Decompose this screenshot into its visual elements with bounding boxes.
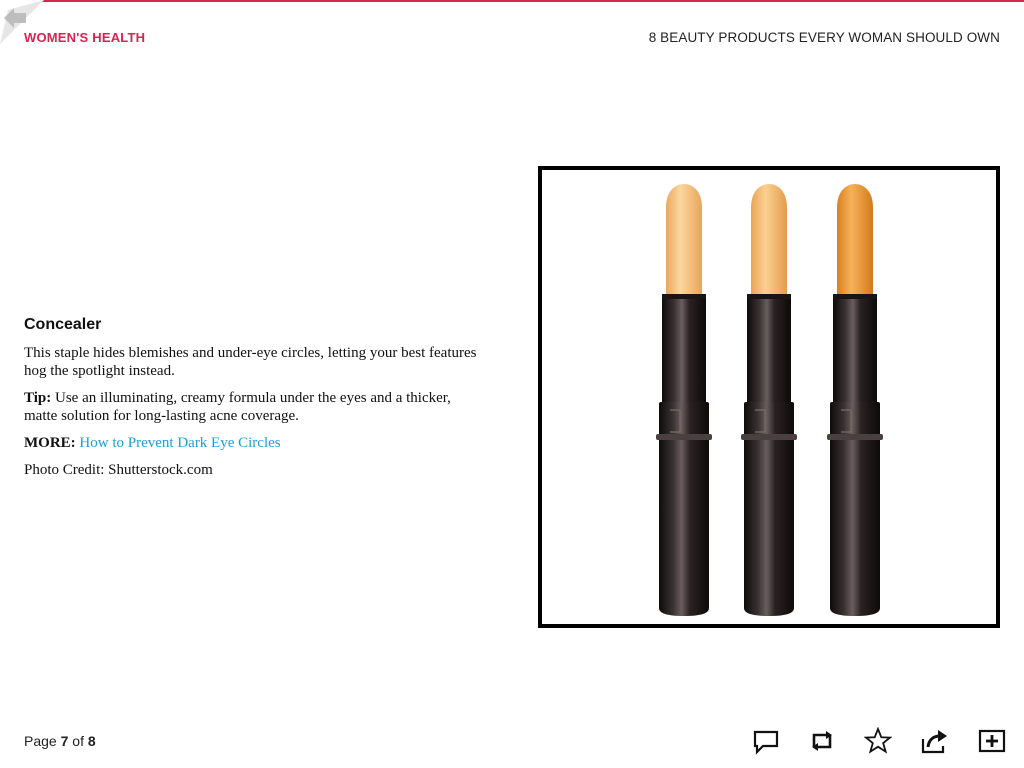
page-label: Page [24, 733, 57, 749]
star-icon [864, 727, 892, 754]
add-button[interactable] [978, 727, 1006, 755]
more-paragraph: MORE: How to Prevent Dark Eye Circles [24, 434, 484, 452]
tip-paragraph: Tip: Use an illuminating, creamy formula… [24, 389, 484, 425]
brand-label: WOMEN'S HEALTH [24, 30, 146, 45]
slide-heading: Concealer [24, 316, 102, 333]
comment-icon [753, 730, 779, 755]
favorite-button[interactable] [864, 727, 892, 755]
slide-content: Concealer This staple hides blemishes an… [24, 316, 484, 488]
share-icon [921, 730, 947, 754]
repost-icon [812, 731, 832, 751]
more-label: MORE: [24, 435, 76, 451]
comment-button[interactable] [752, 727, 780, 755]
tip-label: Tip: [24, 390, 52, 406]
total-pages: 8 [87, 733, 96, 749]
article-title: 8 BEAUTY PRODUCTS EVERY WOMAN SHOULD OWN [648, 30, 1000, 45]
repost-button[interactable] [808, 727, 836, 755]
product-photo [538, 166, 1000, 628]
concealer-stick [656, 184, 712, 616]
page-indicator: Page 7 of 8 [24, 733, 96, 749]
concealer-stick [827, 184, 883, 616]
concealer-stick [741, 184, 797, 616]
share-button[interactable] [920, 727, 948, 755]
top-accent-bar [0, 0, 1024, 2]
of-label: of [72, 733, 84, 749]
photo-credit: Photo Credit: Shutterstock.com [24, 462, 213, 478]
add-icon [978, 729, 1006, 753]
concealer-sticks-image [656, 184, 883, 616]
more-link[interactable]: How to Prevent Dark Eye Circles [79, 435, 280, 451]
current-page: 7 [60, 733, 69, 749]
tip-text: Use an illuminating, creamy formula unde… [24, 390, 451, 424]
slide-description: This staple hides blemishes and under-ey… [24, 345, 477, 379]
